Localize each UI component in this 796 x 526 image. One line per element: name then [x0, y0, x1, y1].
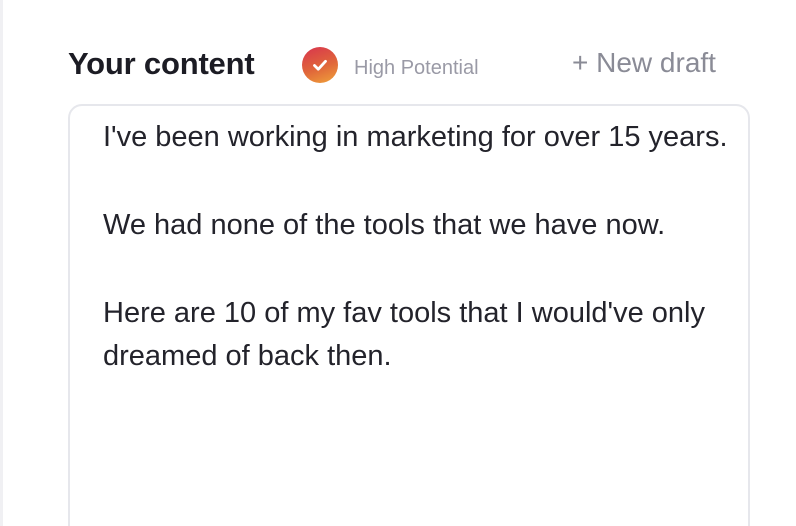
- panel-divider: [0, 0, 3, 526]
- page-title: Your content: [68, 46, 255, 81]
- potential-badge-label: High Potential: [354, 57, 479, 79]
- checkmark-icon: [313, 59, 327, 71]
- editor-text-area[interactable]: I've been working in marketing for over …: [103, 116, 743, 423]
- editor-paragraph: I've been working in marketing for over …: [103, 121, 728, 153]
- new-draft-button[interactable]: + New draft: [572, 46, 716, 80]
- editor-paragraph: Here are 10 of my fav tools that I would…: [103, 297, 705, 372]
- content-editor[interactable]: I've been working in marketing for over …: [68, 104, 750, 526]
- content-panel: Your content High Potential + New draft …: [0, 0, 796, 526]
- editor-paragraph: We had none of the tools that we have no…: [103, 209, 666, 241]
- check-circle-icon: [302, 47, 338, 83]
